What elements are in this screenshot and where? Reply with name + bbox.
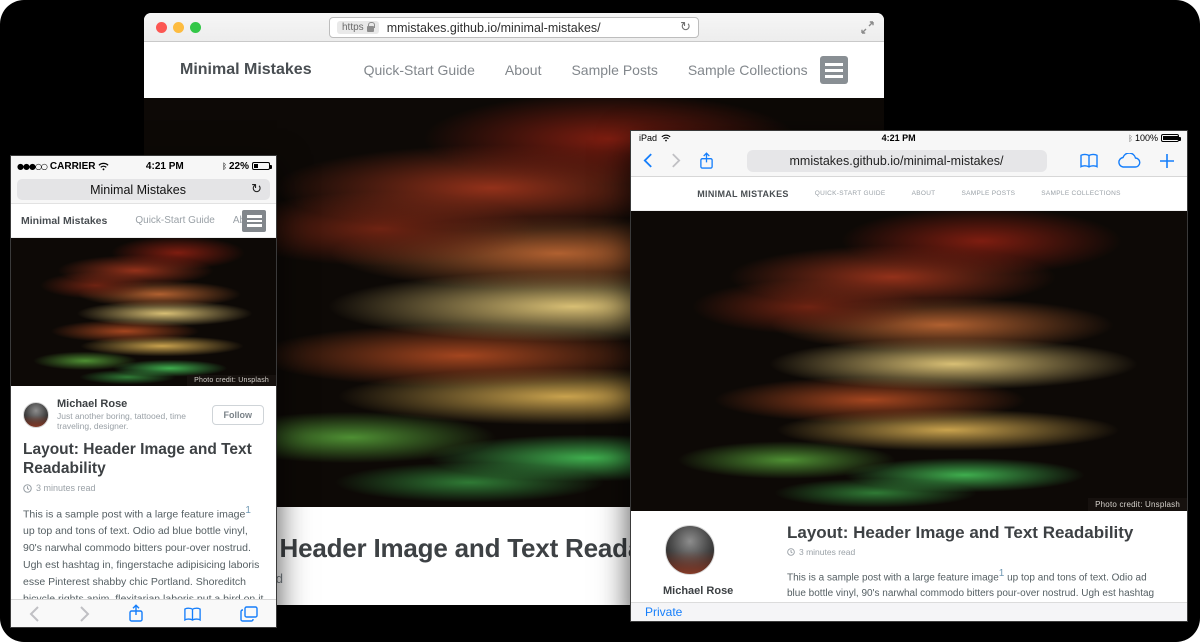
- battery-icon: [252, 162, 270, 170]
- desktop-site-nav: Minimal Mistakes Quick-Start Guide About…: [144, 42, 884, 98]
- photo-credit-label: Photo credit: Unsplash: [187, 375, 276, 386]
- back-icon[interactable]: [643, 153, 653, 168]
- ipad-author-sidebar: Michael Rose Just another boring, tattoo…: [663, 523, 763, 602]
- author-avatar: [23, 402, 49, 428]
- iphone-read-time: 3 minutes read: [36, 483, 96, 493]
- ipad-device-label: iPad: [639, 133, 657, 143]
- iphone-hamburger-menu-icon[interactable]: [242, 210, 266, 232]
- desktop-nav-about[interactable]: About: [505, 62, 542, 78]
- ipad-time: 4:21 PM: [671, 133, 1126, 143]
- tabs-icon[interactable]: [240, 606, 258, 622]
- new-tab-icon[interactable]: [1159, 153, 1175, 169]
- iphone-article-body: This is a sample post with a large featu…: [23, 503, 264, 599]
- iphone-nav-quickstart[interactable]: Quick-Start Guide: [135, 215, 214, 226]
- author-name: Michael Rose: [663, 585, 763, 597]
- author-name: Michael Rose: [57, 398, 204, 410]
- footnote-link[interactable]: 1: [245, 505, 251, 516]
- ipad-nav-collections[interactable]: SAMPLE COLLECTIONS: [1041, 190, 1120, 197]
- signal-dots-icon: ●●●○○: [17, 162, 47, 171]
- desktop-nav-collections[interactable]: Sample Collections: [688, 62, 808, 78]
- desktop-nav-quickstart[interactable]: Quick-Start Guide: [364, 62, 475, 78]
- iphone-battery-percent: 22%: [229, 161, 249, 172]
- ipad-nav-posts[interactable]: SAMPLE POSTS: [961, 190, 1015, 197]
- forward-icon[interactable]: [671, 153, 681, 168]
- minimize-window-button[interactable]: [173, 22, 184, 33]
- share-icon[interactable]: [699, 152, 714, 170]
- ipad-article: Michael Rose Just another boring, tattoo…: [631, 511, 1187, 602]
- refresh-icon[interactable]: ↻: [680, 21, 691, 34]
- ipad-brand-link[interactable]: MINIMAL MISTAKES: [697, 189, 788, 199]
- bluetooth-icon: ᛒ: [222, 162, 227, 171]
- ipad-header-image: Photo credit: Unsplash: [631, 211, 1187, 511]
- author-avatar: [665, 525, 715, 575]
- bluetooth-icon: ᛒ: [1128, 134, 1133, 143]
- desktop-nav-posts[interactable]: Sample Posts: [571, 62, 657, 78]
- desktop-url-text[interactable]: mmistakes.github.io/minimal-mistakes/: [387, 21, 680, 35]
- iphone-paragraph-text-cont: up top and tons of text. Odio ad blue bo…: [23, 525, 263, 599]
- ipad-article-title: Layout: Header Image and Text Readabilit…: [787, 523, 1167, 543]
- iphone-article-title: Layout: Header Image and Text Readabilit…: [23, 441, 264, 478]
- ipad-nav-about[interactable]: ABOUT: [912, 190, 936, 197]
- ipad-site-nav: MINIMAL MISTAKES QUICK-START GUIDE ABOUT…: [631, 177, 1187, 211]
- ipad-private-bar: Private: [631, 602, 1187, 621]
- follow-button[interactable]: Follow: [212, 405, 265, 425]
- iphone-header-image: Photo credit: Unsplash: [11, 238, 276, 386]
- iphone-paragraph-text: This is a sample post with a large featu…: [23, 509, 245, 521]
- desktop-titlebar: https mmistakes.github.io/minimal-mistak…: [144, 13, 884, 42]
- ipad-paragraph-text: This is a sample post with a large featu…: [787, 572, 999, 583]
- wifi-icon: [661, 134, 671, 142]
- iphone-url-row: Minimal Mistakes ↻: [11, 176, 276, 203]
- iphone-bottom-toolbar: [11, 599, 276, 627]
- close-window-button[interactable]: [156, 22, 167, 33]
- clock-icon: [23, 484, 32, 493]
- author-text: Michael Rose Just another boring, tattoo…: [57, 398, 204, 431]
- iphone-article-meta: 3 minutes read: [23, 483, 264, 493]
- ipad-read-time: 3 minutes read: [799, 547, 855, 557]
- photo-credit-label: Photo credit: Unsplash: [1088, 498, 1187, 511]
- wifi-icon: [98, 162, 109, 171]
- https-badge: https: [337, 21, 379, 34]
- iphone-page-title: Minimal Mistakes: [25, 183, 251, 197]
- ipad-safari-window: iPad 4:21 PM ᛒ 100% mmistak: [630, 130, 1188, 622]
- desktop-hamburger-menu-icon[interactable]: [820, 56, 848, 84]
- back-icon[interactable]: [29, 606, 40, 622]
- iphone-site-nav: Minimal Mistakes Quick-Start Guide About: [11, 203, 276, 238]
- clock-icon: [787, 548, 795, 556]
- ipad-battery-percent: 100%: [1135, 133, 1158, 143]
- ipad-article-body: This is a sample post with a large featu…: [787, 566, 1167, 602]
- icloud-tabs-icon[interactable]: [1117, 153, 1141, 169]
- composite-background: https mmistakes.github.io/minimal-mistak…: [0, 0, 1200, 642]
- desktop-brand-link[interactable]: Minimal Mistakes: [180, 61, 312, 79]
- https-label: https: [342, 22, 364, 33]
- ipad-article-main: Layout: Header Image and Text Readabilit…: [787, 523, 1167, 602]
- iphone-brand-link[interactable]: Minimal Mistakes: [21, 215, 107, 227]
- iphone-safari-window: ●●●○○ CARRIER 4:21 PM ᛒ 22% Minimal Mist…: [10, 155, 277, 628]
- author-row: Michael Rose Just another boring, tattoo…: [23, 398, 264, 431]
- carrier-label: CARRIER: [50, 161, 96, 172]
- author-bio: Just another boring, tattooed, time trav…: [57, 411, 204, 431]
- bookmarks-icon[interactable]: [183, 606, 202, 622]
- iphone-time: 4:21 PM: [109, 161, 220, 172]
- zoom-window-button[interactable]: [190, 22, 201, 33]
- private-browsing-button[interactable]: Private: [645, 605, 682, 619]
- iphone-status-bar: ●●●○○ CARRIER 4:21 PM ᛒ 22%: [11, 156, 276, 176]
- ipad-toolbar: mmistakes.github.io/minimal-mistakes/: [631, 145, 1187, 177]
- ipad-article-meta: 3 minutes read: [787, 547, 1167, 557]
- ipad-nav-quickstart[interactable]: QUICK-START GUIDE: [815, 190, 886, 197]
- iphone-address-bar[interactable]: Minimal Mistakes ↻: [17, 179, 270, 200]
- ipad-status-bar: iPad 4:21 PM ᛒ 100%: [631, 131, 1187, 145]
- desktop-address-bar[interactable]: https mmistakes.github.io/minimal-mistak…: [329, 17, 699, 38]
- forward-icon[interactable]: [79, 606, 90, 622]
- fullscreen-icon[interactable]: [861, 21, 874, 34]
- ipad-address-bar[interactable]: mmistakes.github.io/minimal-mistakes/: [747, 150, 1047, 172]
- bookmarks-icon[interactable]: [1079, 152, 1099, 169]
- battery-icon: [1161, 134, 1179, 142]
- iphone-refresh-icon[interactable]: ↻: [251, 183, 262, 196]
- lock-icon: [367, 26, 374, 32]
- iphone-article: Michael Rose Just another boring, tattoo…: [11, 386, 276, 599]
- share-icon[interactable]: [128, 604, 144, 623]
